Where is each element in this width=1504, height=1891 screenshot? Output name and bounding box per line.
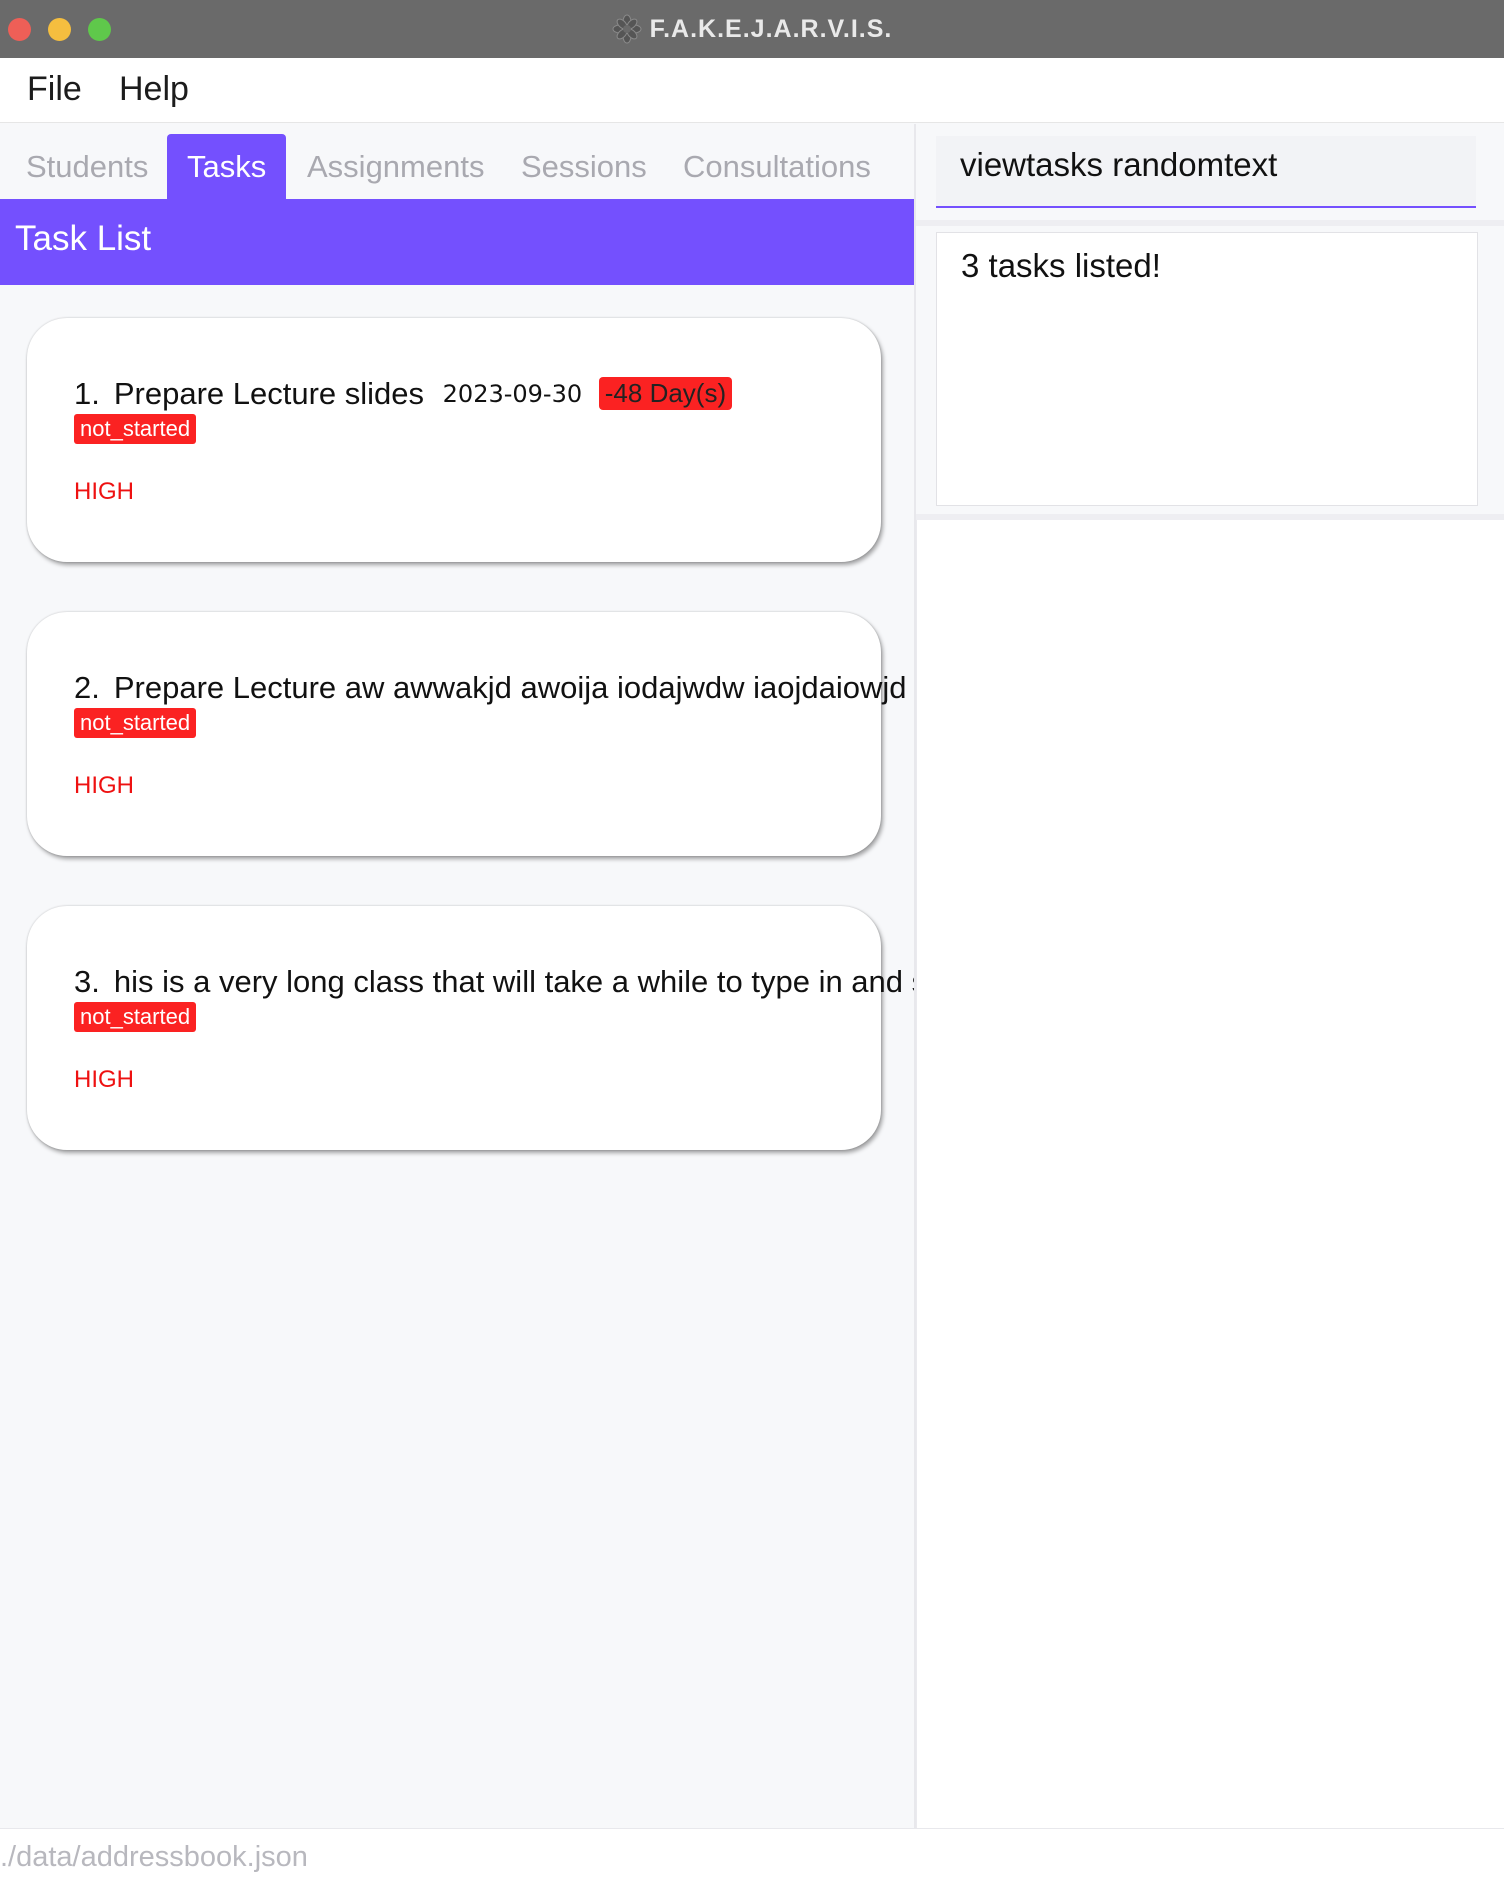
status-badge: not_started (74, 414, 197, 444)
priority-label: HIGH (74, 772, 134, 799)
tab-bar: Students Tasks Assignments Sessions Cons… (0, 124, 914, 199)
right-pane: 3 tasks listed! (916, 124, 1504, 1828)
task-name: his is a very long class that will take … (113, 964, 970, 999)
app-icon (612, 14, 642, 44)
tab-tasks[interactable]: Tasks (167, 134, 287, 199)
empty-panel (916, 520, 1504, 1828)
tab-sessions[interactable]: Sessions (521, 134, 647, 199)
task-list-title: Task List (15, 219, 152, 258)
task-index: 3. (74, 964, 100, 999)
task-list-header: Task List (0, 199, 914, 285)
tab-assignments[interactable]: Assignments (307, 134, 484, 199)
overdue-badge: -48 Day(s) (598, 377, 733, 410)
task-name: Prepare Lecture aw awwakjd awoija iodajw… (113, 670, 1021, 705)
menu-file[interactable]: File (27, 70, 82, 109)
task-card[interactable]: 1. Prepare Lecture slides 2023-09-30 -48 … (27, 318, 881, 562)
menu-bar: File Help (0, 58, 1504, 123)
task-deadline: 2023-09-30 (442, 380, 583, 408)
title-bar: F.A.K.E.J.A.R.V.I.S. (0, 0, 1504, 59)
result-display: 3 tasks listed! (936, 232, 1478, 506)
priority-label: HIGH (74, 1066, 134, 1093)
separator (916, 220, 1504, 226)
command-input[interactable] (960, 146, 1460, 184)
task-index: 1. (74, 376, 100, 411)
menu-help[interactable]: Help (119, 70, 189, 109)
save-file-path: ./data/addressbook.json (0, 1841, 308, 1873)
task-title-line: 3. his is a very long class that will tak… (74, 964, 970, 1000)
task-name: Prepare Lecture slides (113, 376, 425, 411)
left-pane: Students Tasks Assignments Sessions Cons… (0, 124, 1020, 1828)
task-index: 2. (74, 670, 100, 705)
status-badge: not_started (74, 1002, 197, 1032)
task-card[interactable]: 3. his is a very long class that will tak… (27, 906, 970, 1150)
task-title-line: 1. Prepare Lecture slides 2023-09-30 -48 … (74, 376, 733, 412)
tab-consultations[interactable]: Consultations (683, 134, 871, 199)
tab-students[interactable]: Students (26, 134, 148, 199)
window-title: F.A.K.E.J.A.R.V.I.S. (649, 14, 893, 43)
command-box (936, 136, 1476, 208)
result-message: 3 tasks listed! (961, 247, 1161, 284)
status-bar: ./data/addressbook.json (0, 1828, 1504, 1891)
status-badge: not_started (74, 708, 197, 738)
task-card[interactable]: 2. Prepare Lecture aw awwakjd awoija ioda… (27, 612, 1020, 856)
priority-label: HIGH (74, 478, 134, 505)
task-title-line: 2. Prepare Lecture aw awwakjd awoija ioda… (74, 670, 1020, 706)
